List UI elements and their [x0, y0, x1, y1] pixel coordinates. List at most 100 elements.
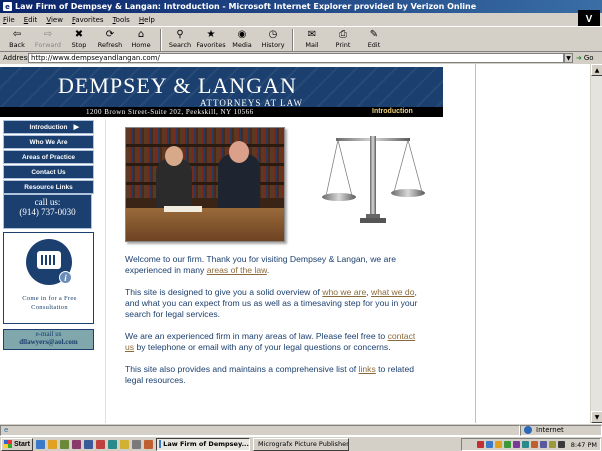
consultation-box[interactable]: i Come in for a Free Consultation [3, 232, 94, 324]
app-quicklaunch-icon[interactable] [96, 439, 105, 449]
ie-quicklaunch-icon[interactable] [36, 439, 45, 449]
tray-icon[interactable] [548, 441, 556, 448]
back-label: Back [9, 41, 25, 49]
link-who-we-are[interactable]: who we are [322, 287, 366, 297]
menu-view[interactable]: View [46, 16, 63, 24]
app-quicklaunch-icon[interactable] [60, 439, 69, 449]
search-button[interactable]: ⚲ Search [166, 27, 194, 49]
mail-button[interactable]: ✉ Mail [298, 27, 326, 49]
print-button[interactable]: ⎙ Print [329, 27, 357, 49]
scales-of-justice-icon [322, 136, 425, 223]
media-label: Media [232, 41, 252, 49]
security-zone: Internet [520, 424, 602, 436]
firm-address: 1200 Brown Street-Suite 202, Peekskill, … [86, 108, 254, 116]
menu-favorites[interactable]: Favorites [72, 16, 104, 24]
mail-label: Mail [305, 41, 319, 49]
tray-icon[interactable] [521, 441, 529, 448]
nav-label: Resource Links [24, 183, 73, 191]
stop-button[interactable]: ✖ Stop [65, 27, 93, 49]
paragraph-text: This site also provides and maintains a … [125, 364, 359, 374]
window-title: Law Firm of Dempsey & Langan: Introducti… [15, 2, 477, 11]
address-label: Address [3, 54, 31, 62]
media-icon: ◉ [237, 28, 247, 40]
page-viewport: DEMPSEY & LANGAN ATTORNEYS AT LAW 1200 B… [0, 64, 590, 423]
status-text: e [0, 424, 520, 436]
menu-file[interactable]: File [3, 16, 15, 24]
address-input[interactable]: http://www.dempseyandlangan.com/ [28, 53, 564, 63]
go-label: Go [583, 54, 594, 62]
search-icon: ⚲ [176, 28, 184, 40]
desk [126, 208, 284, 241]
app-quicklaunch-icon[interactable] [108, 439, 117, 449]
nav-label: Introduction [29, 123, 68, 131]
tray-icon[interactable] [539, 441, 547, 448]
menu-edit[interactable]: Edit [24, 16, 38, 24]
firm-name: DEMPSEY & LANGAN [58, 73, 297, 98]
forward-button[interactable]: ⇨ Forward [34, 27, 62, 49]
menu-tools[interactable]: Tools [113, 16, 130, 24]
task-label: Law Firm of Dempsey... [163, 440, 249, 448]
tray-icon[interactable] [503, 441, 511, 448]
app-quicklaunch-icon[interactable] [144, 439, 153, 449]
app-quicklaunch-icon[interactable] [84, 439, 93, 449]
section-title: Introduction [372, 108, 413, 115]
task-ie-window[interactable]: Law Firm of Dempsey... [156, 437, 250, 451]
media-button[interactable]: ◉ Media [228, 27, 256, 49]
tray-icon[interactable] [476, 441, 484, 448]
tray-icon[interactable] [485, 441, 493, 448]
app-quicklaunch-icon[interactable] [120, 439, 129, 449]
vertical-scrollbar[interactable]: ▲ ▼ [590, 64, 602, 423]
address-url: http://www.dempseyandlangan.com/ [31, 54, 160, 62]
open-book [164, 206, 202, 212]
site-banner: DEMPSEY & LANGAN ATTORNEYS AT LAW 1200 B… [0, 67, 443, 117]
scroll-up-icon[interactable]: ▲ [591, 64, 602, 76]
tray-icon[interactable] [494, 441, 502, 448]
home-button[interactable]: ⌂ Home [127, 27, 155, 49]
link-resources[interactable]: links [359, 364, 376, 374]
back-button[interactable]: ⇦ Back [3, 27, 31, 49]
tray-icon[interactable] [530, 441, 538, 448]
address-dropdown-icon[interactable]: ▼ [564, 53, 573, 63]
edit-button[interactable]: ✎ Edit [360, 27, 388, 49]
app-quicklaunch-icon[interactable] [132, 439, 141, 449]
email-box[interactable]: e-mail us dllawyers@aol.com [3, 329, 94, 350]
nav-contact-us[interactable]: Contact Us [3, 165, 94, 179]
nav-areas-of-practice[interactable]: Areas of Practice [3, 150, 94, 164]
globe-icon [524, 426, 532, 434]
stop-label: Stop [71, 41, 87, 49]
clock[interactable]: 8:47 PM [571, 441, 597, 449]
scroll-down-icon[interactable]: ▼ [591, 411, 602, 423]
nav-who-we-are[interactable]: Who We Are [3, 135, 94, 149]
mail-icon: ✉ [307, 28, 317, 40]
go-button[interactable]: ➜ Go [576, 54, 602, 62]
refresh-button[interactable]: ⟳ Refresh [96, 27, 124, 49]
nav-introduction[interactable]: Introduction ▶ [3, 120, 94, 134]
nav-divider [105, 120, 106, 423]
taskbar: Start Law Firm of Dempsey... Micrografx … [0, 436, 602, 451]
folder-quicklaunch-icon[interactable] [48, 439, 57, 449]
ie-icon [159, 440, 162, 448]
home-icon: ⌂ [137, 28, 145, 40]
attorneys-photo [125, 127, 285, 242]
link-areas-of-law[interactable]: areas of the law [207, 265, 267, 275]
browser-toolbar: ⇦ Back ⇨ Forward ✖ Stop ⟳ Refresh ⌂ Home… [0, 26, 602, 52]
task-picture-publisher[interactable]: Micrografx Picture Publisher [253, 437, 349, 451]
paragraph-overview: This site is designed to give you a soli… [125, 287, 421, 320]
nav-resource-links[interactable]: Resource Links [3, 180, 94, 194]
link-what-we-do[interactable]: what we do [371, 287, 414, 297]
search-label: Search [168, 41, 192, 49]
back-arrow-icon: ⇦ [12, 28, 22, 40]
nav-label: Areas of Practice [21, 153, 76, 161]
start-button[interactable]: Start [1, 437, 33, 451]
start-label: Start [14, 440, 30, 448]
favorites-button[interactable]: ★ Favorites [196, 27, 225, 49]
tray-icon[interactable] [512, 441, 520, 448]
history-button[interactable]: ◷ History [259, 27, 287, 49]
menu-bar: File Edit View Favorites Tools Help [0, 13, 602, 26]
page-icon: e [4, 426, 9, 434]
ie-logo-icon: e [3, 2, 12, 11]
history-icon: ◷ [268, 28, 278, 40]
menu-help[interactable]: Help [139, 16, 155, 24]
app-quicklaunch-icon[interactable] [72, 439, 81, 449]
speaker-icon[interactable] [557, 441, 565, 448]
